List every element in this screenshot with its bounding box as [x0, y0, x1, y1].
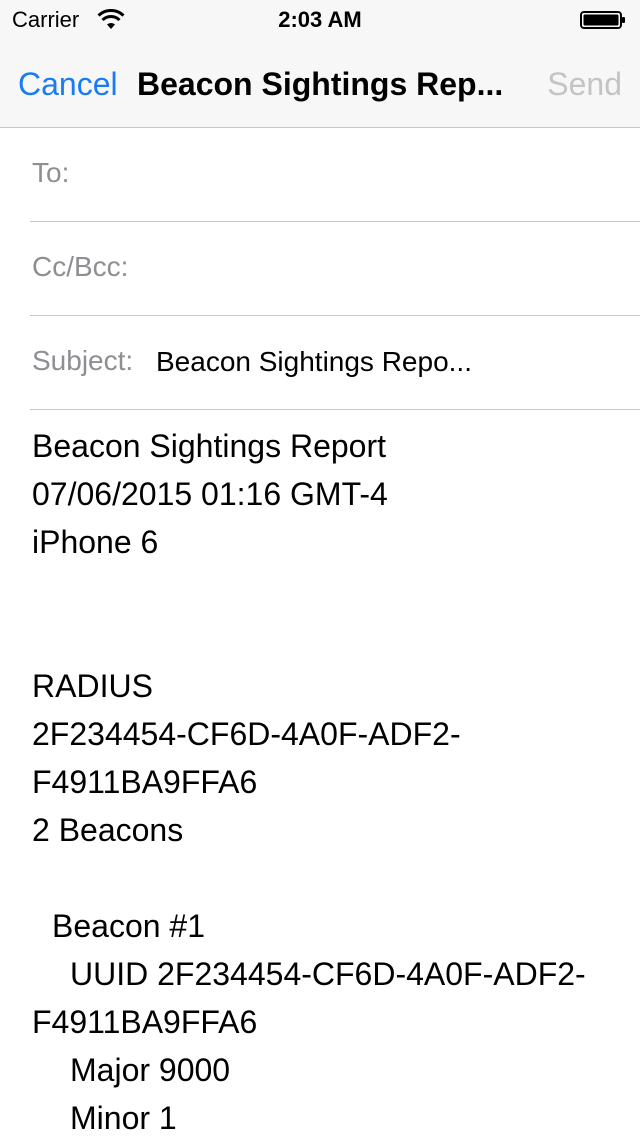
to-field[interactable]: To:: [30, 128, 640, 222]
body-line: F4911BA9FFA6: [32, 1004, 258, 1040]
body-line: Beacon Sightings Report: [32, 428, 386, 464]
status-time: 2:03 AM: [278, 7, 362, 32]
body-line: RADIUS: [32, 668, 153, 704]
body-line: Beacon #1: [52, 908, 206, 944]
battery-icon: [580, 11, 625, 29]
compose-nav-bar: Cancel Beacon Sightings Rep... Send: [0, 40, 640, 128]
cc-bcc-field[interactable]: Cc/Bcc:: [30, 222, 640, 316]
body-line: 07/06/2015 01:16 GMT-4: [32, 476, 388, 512]
status-bar: Carrier 2:03 AM: [0, 0, 640, 40]
subject-label: Subject:: [32, 345, 134, 376]
body-line: UUID 2F234454-CF6D-4A0F-ADF2-: [70, 956, 586, 992]
body-line: 2F234454-CF6D-4A0F-ADF2-: [32, 716, 461, 752]
body-line: 2 Beacons: [32, 812, 184, 848]
cc-bcc-label: Cc/Bcc:: [32, 251, 129, 282]
body-line: F4911BA9FFA6: [32, 764, 258, 800]
subject-input[interactable]: Beacon Sightings Repo...: [156, 346, 472, 378]
message-body[interactable]: Beacon Sightings Report 07/06/2015 01:16…: [0, 426, 640, 1136]
send-button[interactable]: Send: [547, 66, 622, 102]
compose-title: Beacon Sightings Rep...: [137, 66, 504, 102]
body-line: Major 9000: [70, 1052, 231, 1088]
body-line: Minor 1: [70, 1100, 177, 1136]
to-label: To:: [32, 157, 70, 188]
body-line: iPhone 6: [32, 524, 159, 560]
subject-field[interactable]: Subject: Beacon Sightings Repo...: [30, 316, 640, 410]
cancel-button[interactable]: Cancel: [18, 66, 118, 102]
